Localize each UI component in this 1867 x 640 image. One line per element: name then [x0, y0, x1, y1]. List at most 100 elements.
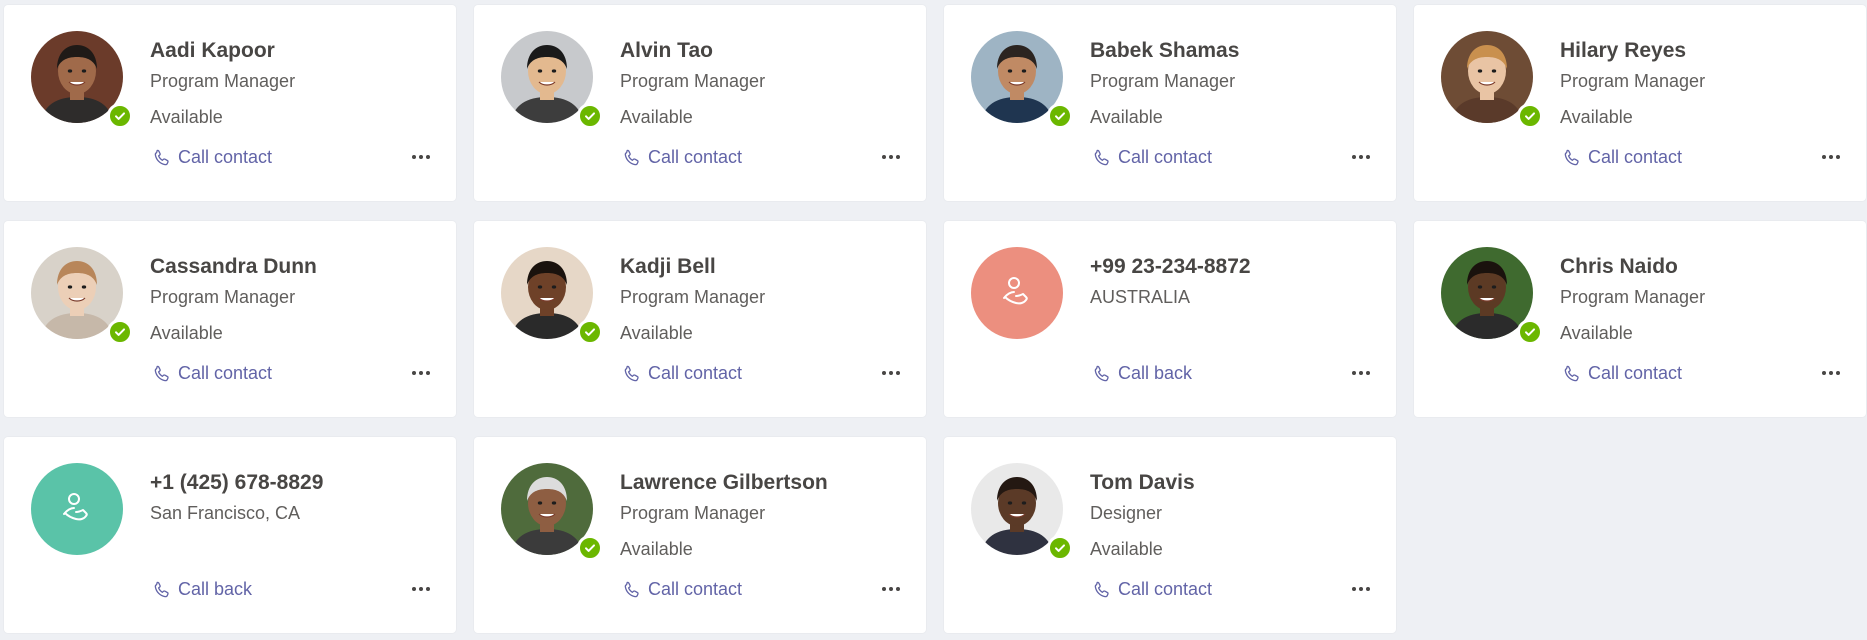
action-label: Call back — [1118, 363, 1193, 383]
action-label: Call contact — [1588, 363, 1683, 383]
presence-available-checkmark-icon — [577, 319, 603, 345]
presence-available-checkmark-icon — [1517, 319, 1543, 345]
contact-name: Tom Davis — [1090, 471, 1195, 494]
action-label: Call back — [178, 579, 253, 599]
call-contact-button[interactable]: Call contact — [1562, 363, 1682, 384]
call-contact-button[interactable]: Call contact — [152, 147, 272, 168]
contact-card[interactable]: Kadji Bell Program Manager Available Call c… — [474, 221, 926, 417]
phone-icon — [622, 364, 642, 384]
call-contact-button[interactable]: Call contact — [1092, 147, 1212, 168]
contact-subtitle: Program Manager — [620, 71, 766, 91]
contact-subtitle: AUSTRALIA — [1090, 287, 1191, 307]
phone-icon — [1092, 364, 1112, 384]
avatar-container — [4, 221, 144, 361]
contact-card[interactable]: Lawrence Gilbertson Program Manager Availa… — [474, 437, 926, 633]
avatar-container — [4, 5, 144, 145]
presence-available-checkmark-icon — [1047, 103, 1073, 129]
more-options-icon[interactable] — [1344, 577, 1378, 601]
presence-available-checkmark-icon — [107, 319, 133, 345]
avatar-container — [944, 437, 1084, 577]
contacts-grid: Aadi Kapoor Program Manager Available Call … — [0, 0, 1867, 640]
action-label: Call contact — [1588, 147, 1683, 167]
contact-name: Aadi Kapoor — [150, 39, 275, 62]
contact-name: +1 (425) 678-8829 — [150, 471, 324, 494]
contact-subtitle: Program Manager — [620, 287, 766, 307]
contact-subtitle: San Francisco, CA — [150, 503, 301, 523]
contact-subtitle: Program Manager — [1560, 287, 1706, 307]
action-label: Call contact — [1118, 147, 1213, 167]
more-options-icon[interactable] — [874, 361, 908, 385]
contact-status: Available — [1090, 107, 1163, 127]
contact-card[interactable]: Babek Shamas Program Manager Available Call… — [944, 5, 1396, 201]
contact-name: Babek Shamas — [1090, 39, 1240, 62]
call-back-button[interactable]: Call back — [152, 579, 252, 600]
avatar-container — [944, 221, 1084, 361]
call-contact-button[interactable]: Call contact — [622, 579, 742, 600]
more-options-icon[interactable] — [1814, 361, 1848, 385]
contact-card[interactable]: +1 (425) 678-8829 San Francisco, CA Call b… — [4, 437, 456, 633]
avatar-container — [1414, 221, 1554, 361]
contact-card[interactable]: Cassandra Dunn Program Manager Available Ca… — [4, 221, 456, 417]
phone-icon — [622, 148, 642, 168]
contact-status: Available — [150, 323, 223, 343]
contact-status: Available — [620, 107, 693, 127]
presence-available-checkmark-icon — [577, 103, 603, 129]
avatar-container — [474, 221, 614, 361]
phone-person-icon[interactable] — [31, 463, 123, 555]
contact-card[interactable]: +99 23-234-8872 AUSTRALIA Call back — [944, 221, 1396, 417]
call-back-button[interactable]: Call back — [1092, 363, 1192, 384]
phone-person-icon[interactable] — [971, 247, 1063, 339]
contact-name: Chris Naido — [1560, 255, 1678, 278]
contact-name: Cassandra Dunn — [150, 255, 317, 278]
phone-icon — [152, 364, 172, 384]
presence-available-checkmark-icon — [1517, 103, 1543, 129]
more-options-icon[interactable] — [1814, 145, 1848, 169]
more-options-icon[interactable] — [874, 145, 908, 169]
call-contact-button[interactable]: Call contact — [622, 147, 742, 168]
contact-subtitle: Program Manager — [620, 503, 766, 523]
contact-subtitle: Designer — [1090, 503, 1163, 523]
call-contact-button[interactable]: Call contact — [1562, 147, 1682, 168]
call-contact-button[interactable]: Call contact — [622, 363, 742, 384]
contact-card[interactable]: Alvin Tao Program Manager Available Call co… — [474, 5, 926, 201]
avatar-container — [474, 5, 614, 145]
contact-status: Available — [150, 107, 223, 127]
contact-card[interactable]: Chris Naido Program Manager Available Call … — [1414, 221, 1866, 417]
contact-status: Available — [1560, 323, 1633, 343]
phone-icon — [152, 580, 172, 600]
contact-name: Lawrence Gilbertson — [620, 471, 828, 494]
phone-icon — [1562, 148, 1582, 168]
more-options-icon[interactable] — [1344, 361, 1378, 385]
contact-subtitle: Program Manager — [1560, 71, 1706, 91]
contact-name: +99 23-234-8872 — [1090, 255, 1251, 278]
avatar-container — [4, 437, 144, 577]
call-contact-button[interactable]: Call contact — [152, 363, 272, 384]
phone-icon — [1092, 580, 1112, 600]
action-label: Call contact — [1118, 579, 1213, 599]
avatar-container — [944, 5, 1084, 145]
more-options-icon[interactable] — [404, 145, 438, 169]
action-label: Call contact — [648, 579, 743, 599]
more-options-icon[interactable] — [404, 361, 438, 385]
contact-name: Kadji Bell — [620, 255, 716, 278]
more-options-icon[interactable] — [404, 577, 438, 601]
phone-icon — [152, 148, 172, 168]
contact-name: Alvin Tao — [620, 39, 713, 62]
call-contact-button[interactable]: Call contact — [1092, 579, 1212, 600]
contact-card[interactable]: Hilary Reyes Program Manager Available Call… — [1414, 5, 1866, 201]
avatar-container — [1414, 5, 1554, 145]
presence-available-checkmark-icon — [1047, 535, 1073, 561]
phone-icon — [622, 580, 642, 600]
contact-card[interactable]: Aadi Kapoor Program Manager Available Call … — [4, 5, 456, 201]
contact-status: Available — [1090, 539, 1163, 559]
presence-available-checkmark-icon — [577, 535, 603, 561]
contact-card[interactable]: Tom Davis Designer Available Call contact — [944, 437, 1396, 633]
contact-status: Available — [620, 323, 693, 343]
more-options-icon[interactable] — [874, 577, 908, 601]
presence-available-checkmark-icon — [107, 103, 133, 129]
phone-icon — [1092, 148, 1112, 168]
contact-subtitle: Program Manager — [1090, 71, 1236, 91]
more-options-icon[interactable] — [1344, 145, 1378, 169]
avatar-container — [474, 437, 614, 577]
action-label: Call contact — [648, 147, 743, 167]
